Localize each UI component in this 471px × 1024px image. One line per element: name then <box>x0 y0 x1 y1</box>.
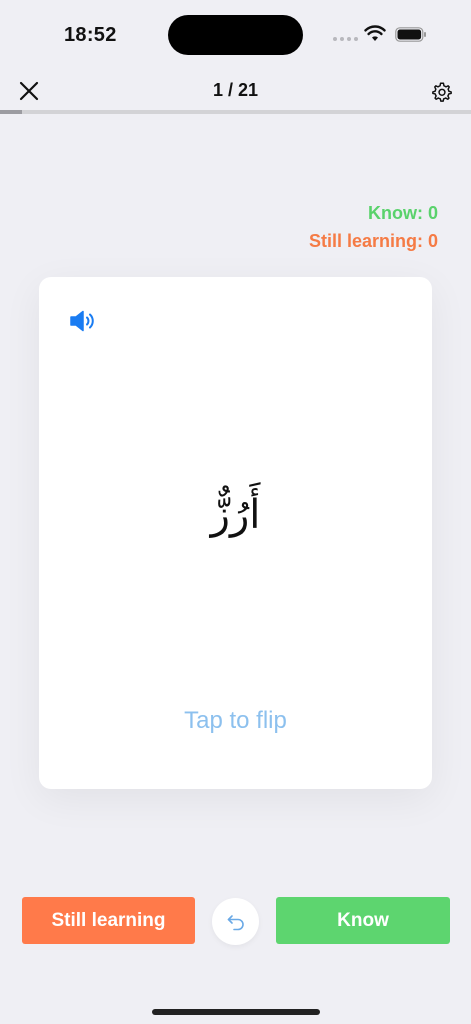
home-indicator[interactable] <box>152 1009 320 1015</box>
undo-icon <box>227 914 244 930</box>
progress-bar-fill <box>0 110 23 114</box>
score-counters: Know: 0 Still learning: 0 <box>309 199 438 255</box>
progress-bar <box>0 110 471 114</box>
card-term: أَرُزٌّ <box>210 492 261 538</box>
flashcard-screen: 18:52 1 / 21 Know: 0 Still learning: 0 أ… <box>0 0 471 1024</box>
still-learning-count: Still learning: 0 <box>308 231 438 251</box>
nav-bar: 1 / 21 <box>0 70 471 112</box>
settings-button[interactable] <box>427 77 457 107</box>
know-button[interactable]: Know <box>276 897 450 944</box>
progress-counter: 1 / 21 <box>212 80 259 100</box>
flip-hint: Tap to flip <box>184 707 287 734</box>
dynamic-island <box>168 15 303 55</box>
still-learning-button[interactable]: Still learning <box>22 897 195 944</box>
undo-button[interactable] <box>212 898 259 945</box>
status-time: 18:52 <box>64 24 117 46</box>
wifi-icon <box>364 25 386 41</box>
know-count: Know: 0 <box>368 203 438 223</box>
speaker-icon[interactable] <box>68 308 98 334</box>
battery-icon <box>395 27 426 42</box>
status-bar: 18:52 <box>0 0 471 70</box>
cellular-signal-icon <box>333 37 358 41</box>
flashcard[interactable]: أَرُزٌّ Tap to flip <box>39 277 432 789</box>
gear-icon <box>432 82 452 102</box>
